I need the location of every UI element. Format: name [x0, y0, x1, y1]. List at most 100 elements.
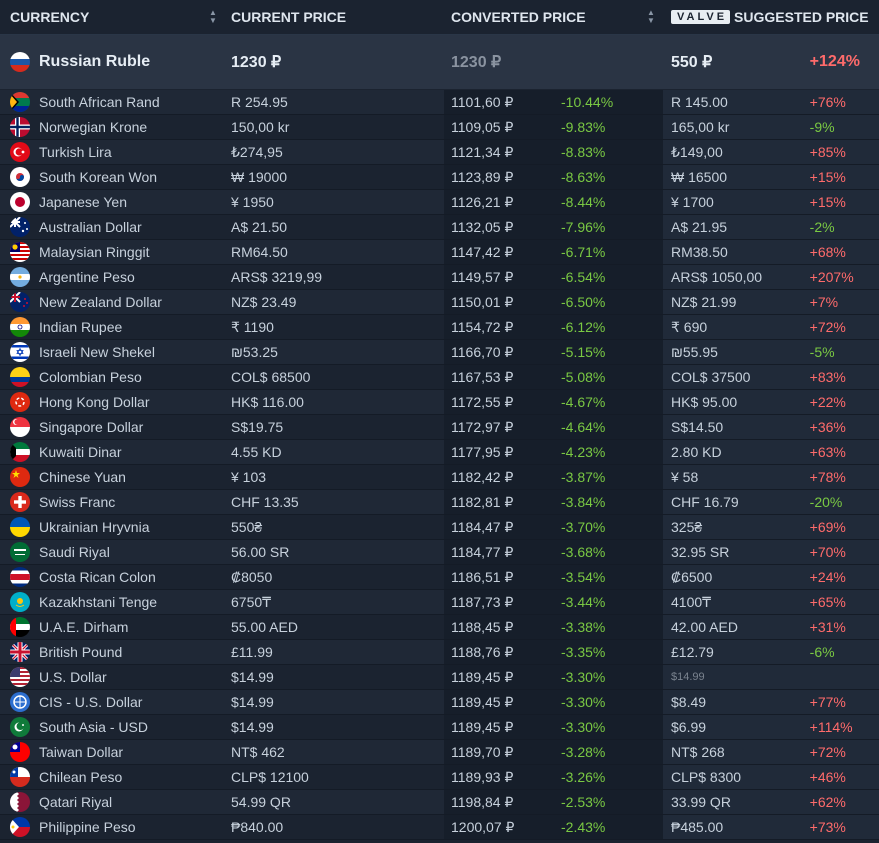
column-header-suggested-price[interactable]: VALVE SUGGESTED PRICE — [663, 0, 879, 34]
suggested-percent: +62% — [809, 794, 846, 810]
table-row[interactable]: Norwegian Krone 150,00 kr 1109,05 ₽ -9.83% 1… — [0, 115, 879, 140]
table-row[interactable]: Singapore Dollar S$19.75 1172,97 ₽ -4.64% S$… — [0, 415, 879, 440]
current-price: $14.99 — [231, 669, 274, 685]
suggested-price: ¥ 58 — [671, 469, 699, 485]
table-row[interactable]: Japanese Yen ¥ 1950 1126,21 ₽ -8.44% ¥ 1700 +… — [0, 190, 879, 215]
converted-price: 1126,21 ₽ — [451, 193, 514, 210]
converted-price-cell: 1172,55 ₽ -4.67% — [444, 390, 663, 414]
table-row[interactable]: Saudi Riyal 56.00 SR 1184,77 ₽ -3.68% 32.95 … — [0, 540, 879, 565]
suggested-price-cell: 550 ₽ +124% — [663, 35, 879, 89]
table-row[interactable]: Kazakhstani Tenge 6750₸ 1187,73 ₽ -3.44% 410… — [0, 590, 879, 615]
suggested-price: $14.99 — [671, 671, 705, 683]
converted-percent: -8.44% — [561, 194, 606, 210]
table-row[interactable]: Swiss Franc CHF 13.35 1182,81 ₽ -3.84% CHF 1… — [0, 490, 879, 515]
suggested-percent: +207% — [809, 269, 854, 285]
table-row[interactable]: Costa Rican Colon ₡8050 1186,51 ₽ -3.54% ₡65… — [0, 565, 879, 590]
suggested-percent: +70% — [809, 544, 846, 560]
table-row[interactable]: U.A.E. Dirham 55.00 AED 1188,45 ₽ -3.38% 42.… — [0, 615, 879, 640]
table-row[interactable]: Hong Kong Dollar HK$ 116.00 1172,55 ₽ -4.67… — [0, 390, 879, 415]
currency-name: Philippine Peso — [39, 819, 136, 835]
column-header-current-price[interactable]: CURRENT PRICE — [225, 0, 444, 34]
sort-icon[interactable]: ▲ ▼ — [647, 9, 655, 25]
currency-cell: South Korean Won — [0, 167, 225, 187]
india-flag-icon — [10, 317, 30, 337]
table-row[interactable]: South African Rand R 254.95 1101,60 ₽ -10.4… — [0, 90, 879, 115]
current-price: NT$ 462 — [231, 744, 285, 760]
taiwan-flag-icon — [10, 742, 30, 762]
highlight-row-russian-ruble[interactable]: Russian Ruble 1230 ₽ 1230 ₽ 550 ₽ +124% — [0, 35, 879, 90]
table-row[interactable]: Argentine Peso ARS$ 3219,99 1149,57 ₽ -6.54… — [0, 265, 879, 290]
china-flag-icon — [10, 467, 30, 487]
currency-cell: Norwegian Krone — [0, 117, 225, 137]
table-row[interactable]: South Asia - USD $14.99 1189,45 ₽ -3.30% $6.… — [0, 715, 879, 740]
suggested-price-cell: 325₴ +69% — [663, 515, 879, 539]
sort-icon[interactable]: ▲ ▼ — [209, 9, 217, 25]
suggested-price: HK$ 95.00 — [671, 394, 738, 410]
table-row[interactable]: British Pound £11.99 1188,76 ₽ -3.35% £12.79… — [0, 640, 879, 665]
table-row[interactable]: Philippine Peso ₱840.00 1200,07 ₽ -2.43% ₱48… — [0, 815, 879, 840]
table-row[interactable]: South Korean Won ₩ 19000 1123,89 ₽ -8.63% ₩ … — [0, 165, 879, 190]
suggested-percent: +31% — [809, 619, 846, 635]
table-row[interactable]: Chilean Peso CLP$ 12100 1189,93 ₽ -3.26% CLP… — [0, 765, 879, 790]
table-row[interactable]: New Zealand Dollar NZ$ 23.49 1150,01 ₽ -6.5… — [0, 290, 879, 315]
converted-percent: -3.28% — [561, 744, 606, 760]
converted-price: 1189,45 ₽ — [451, 718, 514, 735]
converted-price: 1172,55 ₽ — [451, 393, 514, 410]
table-row[interactable]: Indian Rupee ₹ 1190 1154,72 ₽ -6.12% ₹ 690 +7… — [0, 315, 879, 340]
current-price: £11.99 — [231, 644, 273, 660]
currency-name: South Korean Won — [39, 169, 158, 185]
currency-cell: Qatari Riyal — [0, 792, 225, 812]
uk-flag-icon — [10, 642, 30, 662]
suggested-percent: +114% — [809, 719, 853, 735]
currency-name: Indian Rupee — [39, 319, 123, 335]
israel-flag-icon — [10, 342, 30, 362]
suggested-price: $8.49 — [671, 694, 707, 710]
currency-name: Kazakhstani Tenge — [39, 594, 158, 610]
currency-name: Qatari Riyal — [39, 794, 113, 810]
currency-cell: Kazakhstani Tenge — [0, 592, 225, 612]
currency-name: U.S. Dollar — [39, 669, 107, 685]
column-header-converted-price[interactable]: CONVERTED PRICE ▲ ▼ — [444, 0, 663, 34]
table-row[interactable]: Kuwaiti Dinar 4.55 KD 1177,95 ₽ -4.23% 2.80 … — [0, 440, 879, 465]
table-row[interactable]: U.S. Dollar $14.99 1189,45 ₽ -3.30% $14.99 — [0, 665, 879, 690]
current-price: RM64.50 — [231, 244, 288, 260]
converted-price-cell: 1123,89 ₽ -8.63% — [444, 165, 663, 189]
currency-name: Taiwan Dollar — [39, 744, 124, 760]
costa-rica-flag-icon — [10, 567, 30, 587]
table-row[interactable]: Turkish Lira ₺274,95 1121,34 ₽ -8.83% ₺149,0… — [0, 140, 879, 165]
current-price: NZ$ 23.49 — [231, 294, 297, 310]
converted-price-cell: 1182,42 ₽ -3.87% — [444, 465, 663, 489]
currency-cell: Russian Ruble — [0, 52, 225, 72]
table-row[interactable]: CIS - U.S. Dollar $14.99 1189,45 ₽ -3.30% $8… — [0, 690, 879, 715]
table-row[interactable]: Australian Dollar A$ 21.50 1132,05 ₽ -7.96%… — [0, 215, 879, 240]
converted-price-cell: 1184,47 ₽ -3.70% — [444, 515, 663, 539]
currency-name: Argentine Peso — [39, 269, 135, 285]
currency-cell: Swiss Franc — [0, 492, 225, 512]
converted-price: 1189,70 ₽ — [451, 743, 514, 760]
table-row[interactable]: Chinese Yuan ¥ 103 1182,42 ₽ -3.87% ¥ 58 +78% — [0, 465, 879, 490]
table-row[interactable]: Taiwan Dollar NT$ 462 1189,70 ₽ -3.28% NT$ 2… — [0, 740, 879, 765]
table-row[interactable]: Colombian Peso COL$ 68500 1167,53 ₽ -5.08% C… — [0, 365, 879, 390]
table-row[interactable]: Qatari Riyal 54.99 QR 1198,84 ₽ -2.53% 33.99… — [0, 790, 879, 815]
suggested-price: ₺149,00 — [671, 143, 723, 160]
turkey-flag-icon — [10, 142, 30, 162]
suggested-price-cell: RM38.50 +68% — [663, 240, 879, 264]
currency-name: South African Rand — [39, 94, 160, 110]
current-price: 550₴ — [231, 519, 263, 535]
suggested-percent: +22% — [809, 394, 846, 410]
current-price: 6750₸ — [231, 593, 272, 610]
suggested-price-cell: NT$ 268 +72% — [663, 740, 879, 764]
switzerland-flag-icon — [10, 492, 30, 512]
converted-price-cell: 1150,01 ₽ -6.50% — [444, 290, 663, 314]
converted-percent: -2.53% — [561, 794, 606, 810]
suggested-price: 32.95 SR — [671, 544, 730, 560]
converted-percent: -3.70% — [561, 519, 606, 535]
converted-price: 1132,05 ₽ — [451, 218, 514, 235]
table-row[interactable]: Malaysian Ringgit RM64.50 1147,42 ₽ -6.71% R… — [0, 240, 879, 265]
converted-price: 1109,05 ₽ — [451, 118, 514, 135]
table-row[interactable]: Israeli New Shekel ₪53.25 1166,70 ₽ -5.15% ₪… — [0, 340, 879, 365]
currency-name: Singapore Dollar — [39, 419, 144, 435]
column-header-currency[interactable]: CURRENCY ▲ ▼ — [0, 0, 225, 34]
table-row[interactable]: Ukrainian Hryvnia 550₴ 1184,47 ₽ -3.70% 325₴… — [0, 515, 879, 540]
converted-price-cell: 1189,93 ₽ -3.26% — [444, 765, 663, 789]
